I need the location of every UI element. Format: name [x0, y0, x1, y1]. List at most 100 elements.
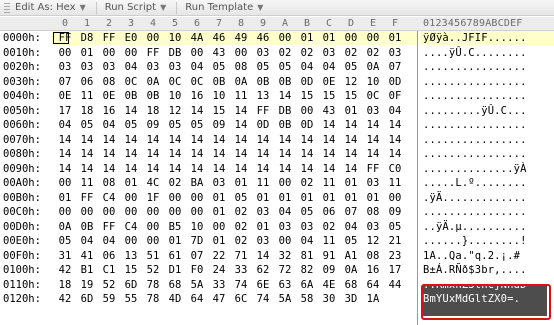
hex-byte[interactable]: 0C — [166, 76, 184, 88]
hex-byte[interactable]: 14 — [100, 134, 118, 146]
hex-byte[interactable]: 00 — [232, 47, 250, 59]
hex-byte[interactable]: 63 — [276, 279, 294, 291]
hex-byte[interactable]: 14 — [56, 148, 74, 160]
hex-byte[interactable]: 07 — [342, 206, 360, 218]
hex-byte[interactable]: 14 — [298, 148, 316, 160]
hex-byte[interactable]: 05 — [298, 206, 316, 218]
hex-byte[interactable]: 18 — [78, 105, 96, 117]
hex-byte[interactable]: 18 — [56, 279, 74, 291]
hex-byte[interactable]: 00 — [166, 192, 184, 204]
hex-byte[interactable]: 1A — [364, 293, 382, 305]
hex-byte[interactable]: 17 — [56, 105, 74, 117]
hex-byte[interactable]: 00 — [276, 177, 294, 189]
hex-byte[interactable]: 14 — [166, 163, 184, 175]
hex-byte[interactable]: 14 — [254, 163, 272, 175]
hex-byte[interactable]: 14 — [320, 148, 338, 160]
hex-byte[interactable]: 14 — [122, 105, 140, 117]
hex-byte[interactable]: 74 — [232, 279, 250, 291]
hex-byte[interactable]: 01 — [254, 221, 272, 233]
hex-byte[interactable]: 0C — [122, 76, 140, 88]
hex-byte[interactable]: 0E — [320, 76, 338, 88]
hex-byte[interactable]: 00 — [188, 192, 206, 204]
hex-byte[interactable]: 04 — [298, 235, 316, 247]
hex-byte[interactable]: 06 — [100, 250, 118, 262]
hex-byte[interactable]: 00 — [364, 32, 382, 44]
hex-byte[interactable]: 68 — [166, 279, 184, 291]
hex-byte[interactable]: 14 — [386, 119, 404, 131]
hex-byte[interactable]: 08 — [232, 61, 250, 73]
hex-byte[interactable]: 14 — [144, 163, 162, 175]
hex-byte[interactable]: 01 — [56, 192, 74, 204]
hex-byte[interactable]: 04 — [386, 105, 404, 117]
hex-byte[interactable]: 78 — [144, 279, 162, 291]
hex-byte[interactable]: 02 — [298, 47, 316, 59]
hex-byte[interactable]: 14 — [144, 148, 162, 160]
hex-byte[interactable]: 11 — [386, 177, 404, 189]
hex-byte[interactable]: 14 — [100, 148, 118, 160]
hex-byte[interactable]: 74 — [254, 293, 272, 305]
hex-byte[interactable]: 0D — [254, 119, 272, 131]
hex-byte[interactable]: 15 — [320, 90, 338, 102]
hex-byte[interactable]: 04 — [320, 61, 338, 73]
hex-byte[interactable]: 14 — [56, 134, 74, 146]
hex-byte[interactable]: 30 — [320, 293, 338, 305]
hex-byte[interactable]: 02 — [342, 47, 360, 59]
hex-byte[interactable]: 07 — [386, 61, 404, 73]
hex-byte[interactable]: 14 — [342, 119, 360, 131]
hex-byte[interactable]: FF — [78, 192, 96, 204]
hex-byte[interactable]: 00 — [298, 105, 316, 117]
hex-byte[interactable]: 82 — [298, 264, 316, 276]
ascii-text[interactable]: 1A..Qa."q.2.¡.# — [423, 250, 520, 262]
hex-byte[interactable]: 10 — [188, 221, 206, 233]
hex-byte[interactable]: 14 — [56, 163, 74, 175]
hex-byte[interactable]: 00 — [386, 192, 404, 204]
hex-byte[interactable]: 0F — [386, 90, 404, 102]
hex-byte[interactable]: 14 — [232, 163, 250, 175]
hex-byte[interactable]: 03 — [364, 177, 382, 189]
hex-byte[interactable]: 0A — [364, 61, 382, 73]
hex-byte[interactable]: 02 — [276, 47, 294, 59]
hex-byte[interactable]: 22 — [210, 250, 228, 262]
hex-byte[interactable]: 14 — [298, 163, 316, 175]
hex-byte[interactable]: 43 — [320, 105, 338, 117]
hex-byte[interactable]: 00 — [144, 221, 162, 233]
hex-byte[interactable]: 15 — [298, 90, 316, 102]
hex-byte[interactable]: 11 — [78, 177, 96, 189]
hex-byte[interactable]: DB — [276, 105, 294, 117]
hex-byte[interactable]: FF — [100, 221, 118, 233]
hex-byte[interactable]: 46 — [254, 32, 272, 44]
hex-byte[interactable]: 00 — [144, 206, 162, 218]
hex-byte[interactable]: 02 — [232, 206, 250, 218]
hex-byte[interactable]: 14 — [254, 134, 272, 146]
hex-byte[interactable]: 72 — [276, 264, 294, 276]
hex-byte[interactable]: 04 — [100, 119, 118, 131]
hex-byte[interactable]: 15 — [342, 90, 360, 102]
hex-byte[interactable]: 04 — [188, 61, 206, 73]
hex-byte[interactable]: 01 — [364, 192, 382, 204]
hex-byte[interactable]: 15 — [122, 264, 140, 276]
hex-byte[interactable]: 4A — [188, 32, 206, 44]
hex-byte[interactable]: 0D — [298, 76, 316, 88]
hex-byte[interactable]: 81 — [298, 250, 316, 262]
hex-byte[interactable]: 42 — [56, 293, 74, 305]
hex-byte[interactable]: 0B — [144, 90, 162, 102]
hex-byte[interactable]: 14 — [320, 134, 338, 146]
ascii-text[interactable]: .........ÿÛ.C... — [423, 105, 527, 117]
hex-byte[interactable]: 14 — [78, 163, 96, 175]
ascii-text[interactable]: ÿØÿà..JFIF...... — [423, 32, 527, 44]
hex-byte[interactable]: 0D — [386, 76, 404, 88]
hex-byte[interactable]: 0D — [298, 119, 316, 131]
hex-byte[interactable]: 52 — [144, 264, 162, 276]
hex-byte[interactable]: 01 — [210, 206, 228, 218]
hex-byte[interactable]: 11 — [254, 177, 272, 189]
hex-byte[interactable]: 14 — [254, 250, 272, 262]
ascii-data-area[interactable]: ÿØÿà..JFIF...... ....ÿÛ.C................… — [420, 31, 554, 325]
hex-byte[interactable]: 05 — [166, 119, 184, 131]
hex-byte[interactable]: 05 — [232, 192, 250, 204]
run-script-dropdown[interactable]: Run Script ▼ — [101, 0, 173, 16]
hex-byte[interactable]: 14 — [298, 134, 316, 146]
hex-byte[interactable]: 03 — [254, 206, 272, 218]
hex-byte[interactable]: 14 — [364, 134, 382, 146]
hex-byte[interactable]: 14 — [342, 163, 360, 175]
hex-byte[interactable]: 11 — [78, 90, 96, 102]
